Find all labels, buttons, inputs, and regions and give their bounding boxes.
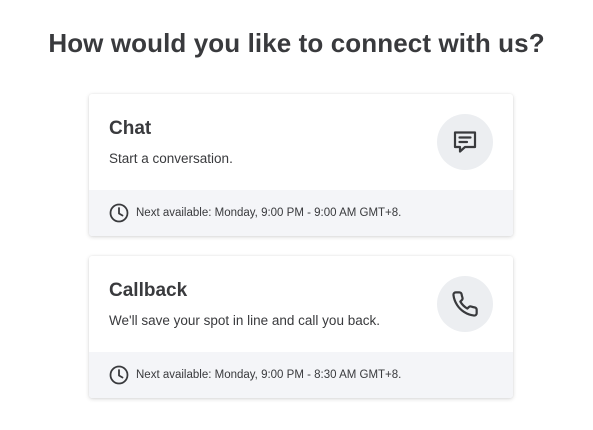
clock-icon bbox=[109, 365, 129, 385]
chat-card-body[interactable]: Chat Start a conversation. bbox=[89, 94, 513, 190]
callback-card-body[interactable]: Callback We'll save your spot in line an… bbox=[89, 256, 513, 352]
chat-availability-text: Next available: Monday, 9:00 PM - 9:00 A… bbox=[136, 207, 402, 219]
chat-option-card[interactable]: Chat Start a conversation. Next availabl… bbox=[89, 94, 513, 236]
chat-availability: Next available: Monday, 9:00 PM - 9:00 A… bbox=[89, 190, 513, 236]
callback-option-card[interactable]: Callback We'll save your spot in line an… bbox=[89, 256, 513, 398]
callback-title: Callback bbox=[109, 280, 188, 301]
phone-icon bbox=[452, 291, 478, 317]
chat-title: Chat bbox=[109, 118, 152, 139]
chat-description: Start a conversation. bbox=[109, 151, 233, 166]
clock-icon bbox=[109, 203, 129, 223]
callback-availability-text: Next available: Monday, 9:00 PM - 8:30 A… bbox=[136, 369, 402, 381]
callback-availability: Next available: Monday, 9:00 PM - 8:30 A… bbox=[89, 352, 513, 398]
callback-description: We'll save your spot in line and call yo… bbox=[109, 313, 380, 328]
page-title: How would you like to connect with us? bbox=[48, 28, 545, 58]
callback-icon-badge bbox=[437, 276, 493, 332]
chat-bubble-icon bbox=[453, 131, 477, 153]
chat-icon-badge bbox=[437, 114, 493, 170]
